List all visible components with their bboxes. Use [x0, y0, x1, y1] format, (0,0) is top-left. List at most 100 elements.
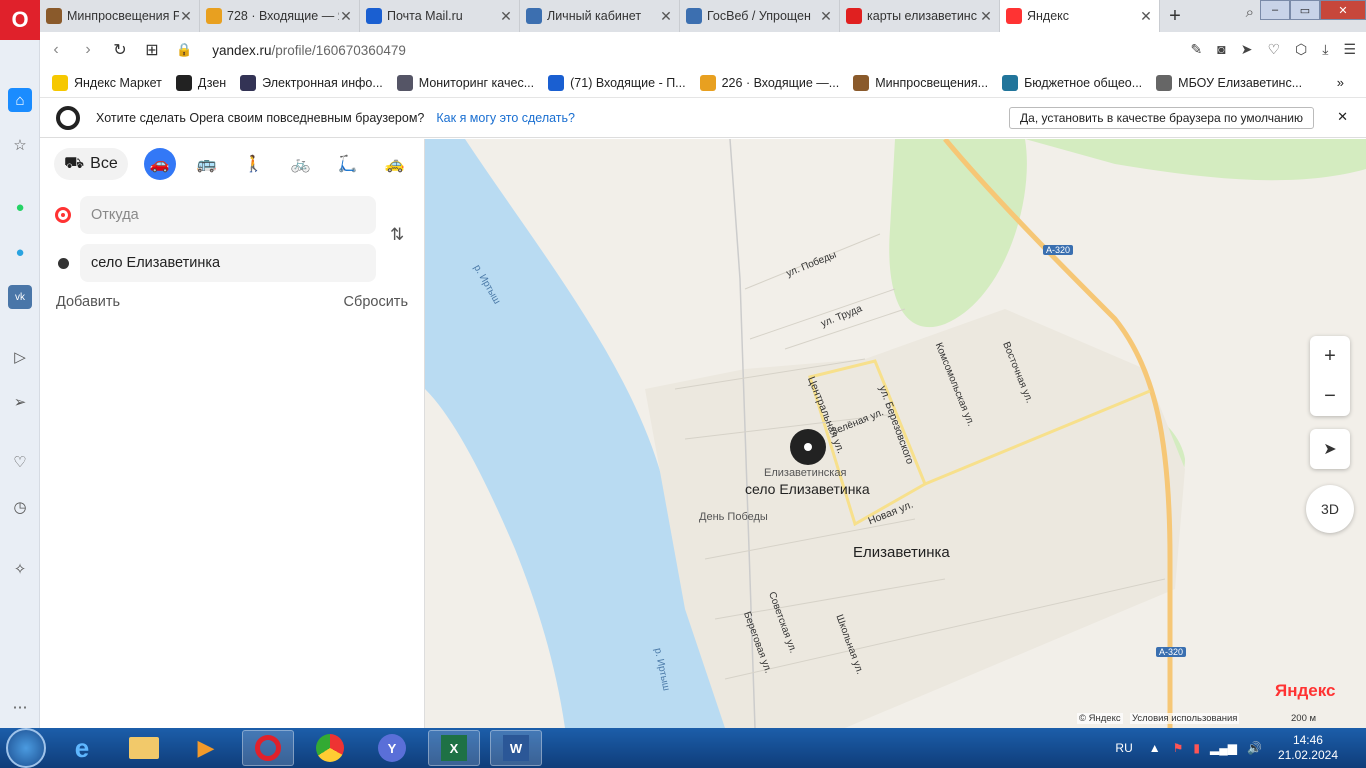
- mode-car-button[interactable]: 🚗: [143, 148, 176, 180]
- bookmark-item[interactable]: Электронная инфо...: [240, 74, 383, 91]
- snapshot-icon[interactable]: ◙: [1217, 41, 1225, 58]
- opera-menu-icon[interactable]: O: [0, 0, 40, 40]
- set-default-button[interactable]: Да, установить в качестве браузера по ум…: [1009, 107, 1314, 129]
- start-button[interactable]: [6, 728, 46, 768]
- zoom-in-button[interactable]: +: [1324, 336, 1336, 376]
- how-to-link[interactable]: Как я могу это сделать?: [436, 111, 575, 125]
- terms-link[interactable]: Условия использования: [1130, 713, 1240, 724]
- poi-label[interactable]: Елизаветинская: [764, 467, 846, 479]
- close-window-button[interactable]: ✕: [1320, 0, 1366, 20]
- tab[interactable]: карты елизаветинс ✕: [840, 0, 1000, 32]
- bookmark-favicon-icon: [396, 74, 413, 91]
- tab-title: Почта Mail.ru: [387, 9, 463, 23]
- zoom-out-button[interactable]: −: [1324, 376, 1336, 416]
- lightbulb-icon[interactable]: ✧: [8, 557, 32, 581]
- explorer-icon[interactable]: [118, 730, 170, 766]
- menu-icon[interactable]: ☰: [1343, 41, 1356, 58]
- more-icon[interactable]: ⋯: [8, 695, 32, 719]
- tab[interactable]: Почта Mail.ru ✕: [360, 0, 520, 32]
- tab[interactable]: ГосВеб / Упрощен ✕: [680, 0, 840, 32]
- bookmark-item[interactable]: Минпросвещения...: [853, 74, 988, 91]
- reload-icon[interactable]: ↻: [104, 40, 136, 60]
- copyright-label[interactable]: © Яндекс: [1077, 713, 1123, 724]
- mode-scooter-button[interactable]: 🛴: [332, 148, 364, 180]
- ie-icon[interactable]: e: [56, 730, 108, 766]
- star-icon[interactable]: ☆: [8, 133, 32, 157]
- tab[interactable]: Минпросвещения Р ✕: [40, 0, 200, 32]
- back-button[interactable]: ‹: [40, 41, 72, 59]
- maximize-button[interactable]: ▭: [1290, 0, 1320, 20]
- mode-walk-button[interactable]: 🚶: [238, 148, 270, 180]
- forward-button[interactable]: ›: [72, 41, 104, 59]
- mode-bike-button[interactable]: 🚲: [285, 148, 317, 180]
- send-icon[interactable]: ➤: [1241, 41, 1253, 58]
- flag-icon[interactable]: ⚑: [1173, 741, 1184, 755]
- zoom-control: + −: [1310, 336, 1350, 416]
- to-input[interactable]: село Елизаветинка: [80, 244, 376, 282]
- map[interactable]: р. Иртыш р. Иртыш ул. Победы ул. Труда З…: [425, 139, 1366, 728]
- mode-all-button[interactable]: ⛟ Все: [54, 148, 128, 180]
- volume-icon[interactable]: 🔊: [1247, 741, 1262, 755]
- tab[interactable]: Личный кабинет ✕: [520, 0, 680, 32]
- home-icon[interactable]: ⌂: [8, 88, 32, 112]
- edit-icon[interactable]: ✎: [1191, 41, 1203, 58]
- clock[interactable]: 14:46 21.02.2024: [1278, 733, 1338, 763]
- tab-close-icon[interactable]: ✕: [979, 8, 993, 25]
- tab[interactable]: 728 · Входящие — Я ✕: [200, 0, 360, 32]
- vk-icon[interactable]: vk: [8, 285, 32, 309]
- media-player-icon[interactable]: ▶: [180, 730, 232, 766]
- tab-close-icon[interactable]: ✕: [1139, 8, 1153, 25]
- tab-close-icon[interactable]: ✕: [819, 8, 833, 25]
- send-icon[interactable]: ➢: [8, 390, 32, 414]
- bookmark-item[interactable]: Мониторинг качес...: [396, 74, 534, 91]
- history-icon[interactable]: ◷: [8, 495, 32, 519]
- add-point-button[interactable]: Добавить: [56, 294, 120, 310]
- tab-close-icon[interactable]: ✕: [499, 8, 513, 25]
- speed-dial-icon[interactable]: ⊞: [136, 40, 168, 60]
- opera-taskbar-icon[interactable]: [242, 730, 294, 766]
- mode-taxi-button[interactable]: 🚕: [379, 148, 411, 180]
- language-indicator[interactable]: RU: [1115, 741, 1132, 755]
- tab-close-icon[interactable]: ✕: [339, 8, 353, 25]
- poi-label[interactable]: День Победы: [699, 511, 768, 523]
- tab-close-icon[interactable]: ✕: [659, 8, 673, 25]
- bookmark-item[interactable]: 226 · Входящие —...: [699, 74, 839, 91]
- player-icon[interactable]: ▷: [8, 345, 32, 369]
- bookmark-item[interactable]: (71) Входящие - П...: [548, 74, 686, 91]
- location-arrow-icon: ➤: [1323, 441, 1337, 458]
- minimize-button[interactable]: –: [1260, 0, 1290, 20]
- bookmark-item[interactable]: Дзен: [175, 74, 226, 91]
- bookmark-item[interactable]: Яндекс Маркет: [52, 74, 162, 91]
- yandex-browser-icon[interactable]: Y: [366, 730, 418, 766]
- heart-icon[interactable]: ♡: [8, 450, 32, 474]
- reset-button[interactable]: Сбросить: [344, 294, 408, 310]
- bookmark-item[interactable]: МБОУ Елизаветинс...: [1156, 74, 1302, 91]
- excel-icon[interactable]: X: [428, 730, 480, 766]
- download-icon[interactable]: ⤓: [1322, 41, 1328, 58]
- place-label[interactable]: село Елизаветинка: [745, 481, 870, 497]
- tab[interactable]: Яндекс ✕: [1000, 0, 1160, 32]
- chrome-icon[interactable]: [304, 730, 356, 766]
- cube-icon[interactable]: ⬡: [1295, 41, 1307, 58]
- new-tab-button[interactable]: +: [1160, 0, 1190, 32]
- 3d-button[interactable]: 3D: [1306, 485, 1354, 533]
- whatsapp-icon[interactable]: ●: [8, 195, 32, 219]
- mode-bus-button[interactable]: 🚌: [191, 148, 223, 180]
- close-icon[interactable]: ✕: [1337, 109, 1348, 125]
- search-tabs-icon[interactable]: ⌕: [1246, 4, 1254, 21]
- network-icon[interactable]: ▂▄▆: [1210, 741, 1237, 755]
- from-input[interactable]: Откуда: [80, 196, 376, 234]
- emblem-icon: [686, 8, 702, 24]
- power-icon[interactable]: ▮: [1193, 741, 1200, 755]
- url-field[interactable]: yandex.ru/profile/160670360479: [212, 43, 406, 58]
- swap-icon[interactable]: ⇅: [390, 225, 404, 245]
- tray-arrow-icon[interactable]: ▲: [1149, 741, 1161, 755]
- yandex-logo: Яндекс: [1275, 681, 1335, 701]
- word-icon[interactable]: W: [490, 730, 542, 766]
- heart-icon[interactable]: ♡: [1267, 41, 1280, 58]
- geolocation-button[interactable]: ➤: [1310, 429, 1350, 469]
- more-bookmarks-icon[interactable]: »: [1337, 75, 1344, 90]
- telegram-icon[interactable]: ●: [8, 240, 32, 264]
- bookmark-item[interactable]: Бюджетное общео...: [1002, 74, 1142, 91]
- tab-close-icon[interactable]: ✕: [179, 8, 193, 25]
